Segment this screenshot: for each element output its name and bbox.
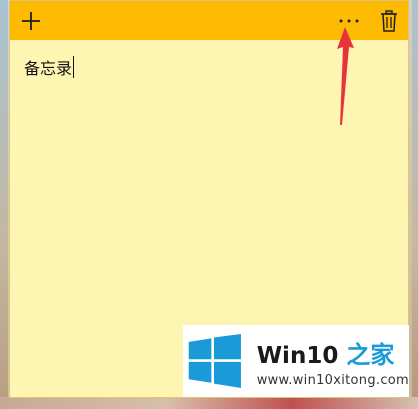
add-note-button[interactable]: [14, 1, 48, 40]
text-cursor: [73, 56, 75, 78]
watermark-brand-cn: 之家: [346, 340, 395, 369]
windows-logo-icon: [188, 334, 241, 388]
watermark-text: Win10 之家 www.win10xitong.com: [257, 335, 409, 388]
note-text: 备忘录: [24, 59, 73, 78]
plus-icon: [22, 11, 40, 30]
watermark-badge: Win10 之家 www.win10xitong.com: [183, 325, 409, 397]
sticky-note-titlebar: [10, 1, 408, 40]
watermark-brand: Win10: [256, 342, 339, 369]
desktop-background-right: [412, 0, 418, 409]
delete-note-button[interactable]: [372, 1, 406, 40]
trash-icon: [381, 9, 397, 32]
note-text-area[interactable]: 备忘录: [24, 55, 75, 79]
watermark-title: Win10 之家: [257, 335, 409, 370]
desktop-background-bottom: [0, 397, 418, 409]
more-dots-icon: [339, 19, 359, 22]
watermark-url: www.win10xitong.com: [256, 372, 409, 388]
desktop-background-left: [0, 0, 8, 409]
more-options-button[interactable]: [332, 1, 366, 40]
